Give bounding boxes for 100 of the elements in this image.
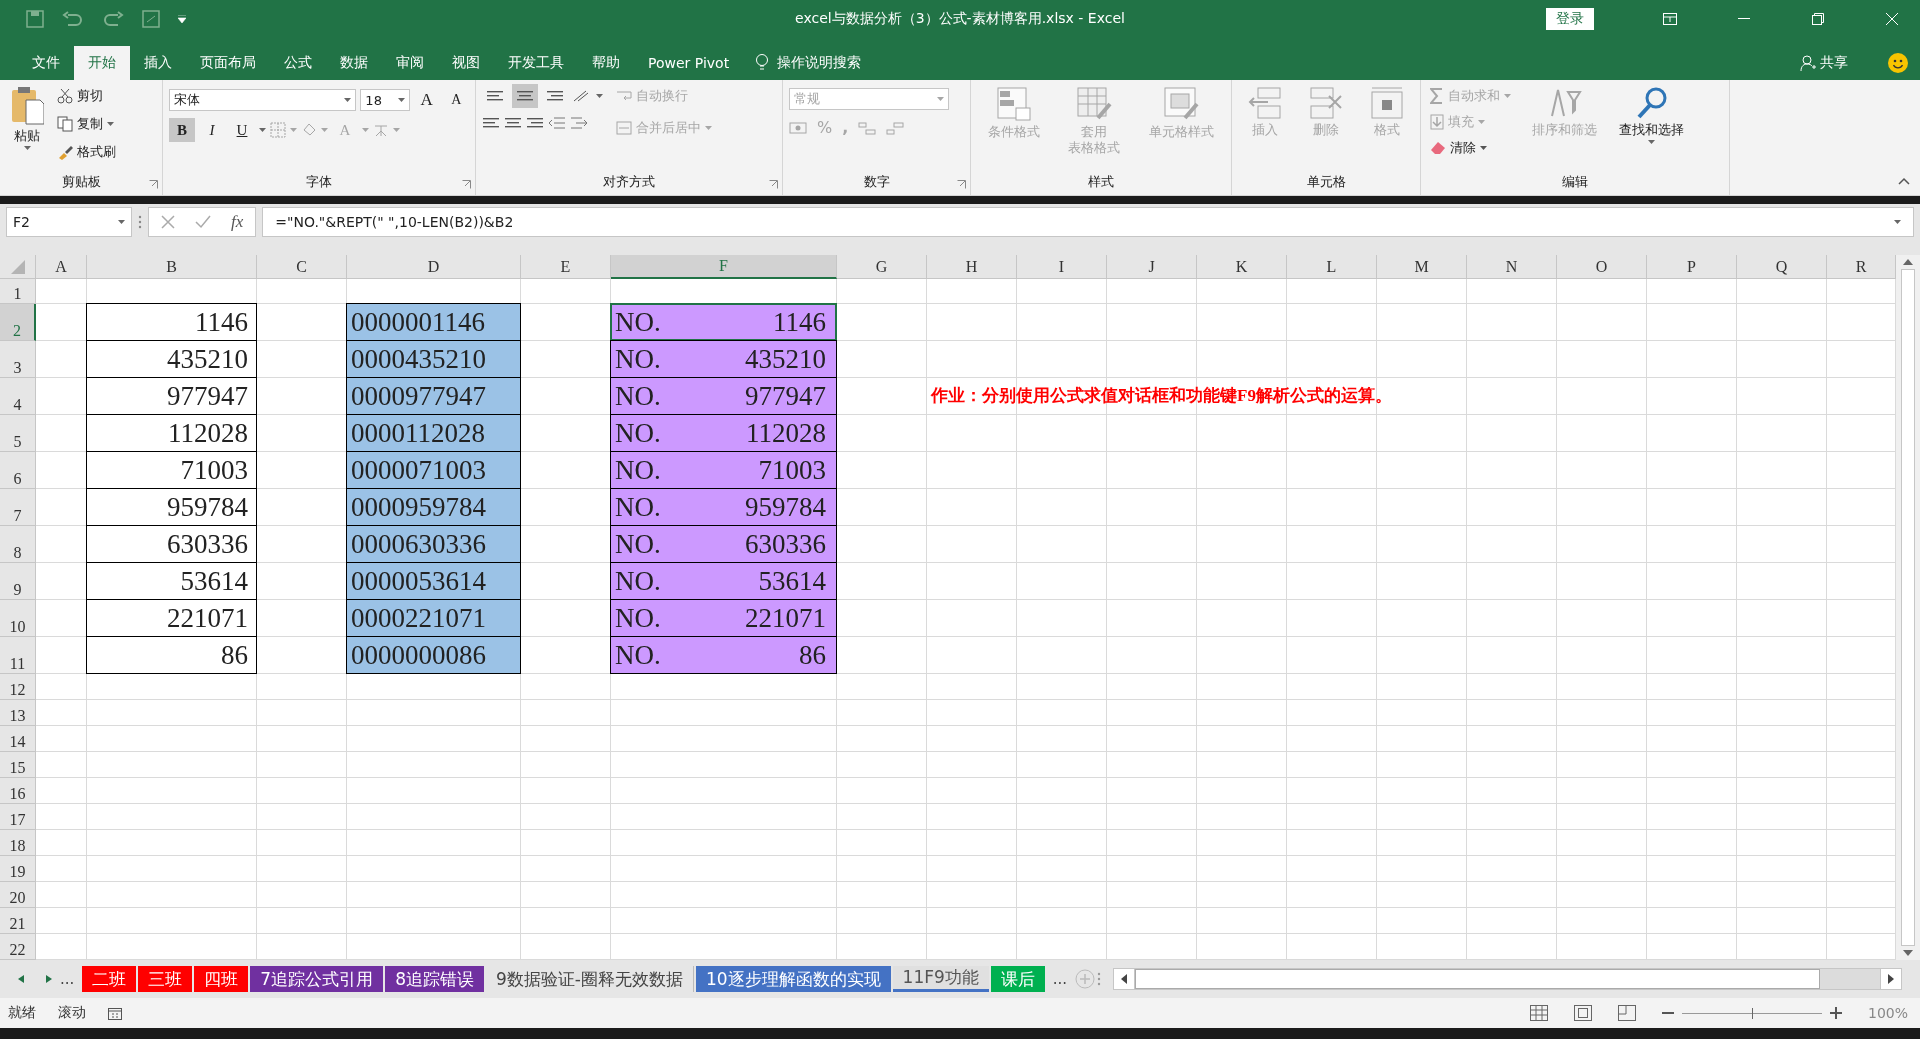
row-header[interactable]: 9 (0, 563, 36, 600)
row-header[interactable]: 17 (0, 804, 36, 830)
scissors-icon (57, 88, 73, 104)
more-sheets-button[interactable]: ... (1046, 970, 1074, 988)
row-header[interactable]: 11 (0, 637, 36, 674)
column-header[interactable]: I (1017, 255, 1107, 279)
row-header[interactable]: 13 (0, 700, 36, 726)
column-header[interactable]: E (521, 255, 611, 279)
column-header[interactable]: A (36, 255, 87, 279)
shrink-font-button[interactable]: A (443, 88, 469, 112)
row-header[interactable]: 8 (0, 526, 36, 563)
font-size-field[interactable]: 18 (360, 89, 410, 111)
row-header[interactable]: 19 (0, 856, 36, 882)
caret-icon (596, 94, 603, 98)
row-header[interactable]: 4 (0, 378, 36, 415)
column-header[interactable]: H (927, 255, 1017, 279)
share-button[interactable]: 共享 (1800, 46, 1848, 80)
group-label: 单元格 (1305, 173, 1347, 191)
row-header[interactable]: 22 (0, 934, 36, 960)
format-painter-button[interactable]: 格式刷 (54, 140, 119, 164)
caret-icon (937, 97, 944, 101)
table-cell: 0000959784 (346, 488, 521, 526)
name-box[interactable]: F2 (6, 207, 132, 237)
page-break-icon (1617, 1005, 1636, 1021)
lightbulb-icon (755, 54, 770, 72)
middle-align-button[interactable] (512, 84, 538, 108)
find-select-button[interactable]: 查找和选择 (1615, 84, 1688, 173)
more-sheets-button[interactable]: ... (54, 970, 81, 988)
menu-tab[interactable]: 审阅 (382, 46, 438, 80)
brush-icon (57, 144, 73, 160)
insert-function-button[interactable]: fx (231, 212, 244, 232)
sheet-tab[interactable]: 8追踪错误 (385, 966, 484, 992)
sheet-tab[interactable]: 二班 (82, 966, 137, 992)
underline-button[interactable]: U (229, 118, 255, 142)
clear-button[interactable]: 清除 (1427, 136, 1514, 160)
column-header[interactable]: J (1107, 255, 1197, 279)
row-header[interactable]: 3 (0, 341, 36, 378)
menu-tab[interactable]: Power Pivot (634, 46, 744, 80)
sheet-tab[interactable]: 7追踪公式引用 (250, 966, 384, 992)
menu-tab[interactable]: 视图 (438, 46, 494, 80)
cut-button[interactable]: 剪切 (54, 84, 119, 108)
table-cell: NO. 71003 (610, 451, 837, 489)
row-header[interactable]: 10 (0, 600, 36, 637)
row-header[interactable]: 15 (0, 752, 36, 778)
column-header[interactable]: Q (1737, 255, 1827, 279)
table-cell: 1146 (86, 303, 257, 341)
login-button[interactable]: 登录 (1546, 8, 1594, 30)
row-header[interactable]: 20 (0, 882, 36, 908)
sheet-tab[interactable]: 11F9功能 (892, 966, 989, 992)
row-header[interactable]: 12 (0, 674, 36, 700)
sheet-tab[interactable]: 9数据验证-圈释无效数据 (485, 966, 694, 992)
homework-note: 作业：分别使用公式求值对话框和功能键F9解析公式的运算。 (929, 385, 1393, 408)
table-cell: NO. 112028 (610, 414, 837, 452)
select-all-button[interactable] (0, 255, 36, 279)
column-header[interactable]: O (1557, 255, 1647, 279)
column-header[interactable]: G (837, 255, 927, 279)
column-header[interactable]: K (1197, 255, 1287, 279)
row-header[interactable]: 14 (0, 726, 36, 752)
paste-button[interactable]: 粘贴 (6, 84, 48, 173)
column-header[interactable]: D (347, 255, 521, 279)
tell-me-search[interactable]: 操作说明搜索 (777, 54, 862, 72)
row-header[interactable]: 18 (0, 830, 36, 856)
grow-font-button[interactable]: A (413, 88, 440, 112)
sheet-tab[interactable]: 四班 (194, 966, 249, 992)
enter-icon (195, 215, 211, 229)
row-header[interactable]: 2 (0, 304, 36, 341)
row-header[interactable]: 7 (0, 489, 36, 526)
row-header[interactable]: 1 (0, 279, 36, 304)
caret-icon (397, 98, 405, 102)
menu-tab[interactable]: 开发工具 (494, 46, 578, 80)
menu-tab[interactable]: 数据 (326, 46, 382, 80)
column-header[interactable]: M (1377, 255, 1467, 279)
menu-tab[interactable]: 公式 (270, 46, 326, 80)
ribbon-display-icon (1663, 13, 1677, 25)
row-header[interactable]: 5 (0, 415, 36, 452)
table-cell: 977947 (86, 377, 257, 415)
column-header[interactable]: C (257, 255, 347, 279)
menu-tab[interactable]: 页面布局 (186, 46, 270, 80)
row-header[interactable]: 21 (0, 908, 36, 934)
font-name-field[interactable]: 宋体 (169, 89, 357, 111)
column-header[interactable]: B (87, 255, 257, 279)
menu-tab[interactable]: 开始 (74, 46, 130, 80)
italic-button[interactable]: I (199, 118, 225, 142)
sheet-tab[interactable]: 三班 (138, 966, 193, 992)
menu-tab[interactable]: 文件 (18, 46, 74, 80)
horizontal-scrollbar[interactable] (1113, 968, 1902, 990)
menu-tab[interactable]: 插入 (130, 46, 186, 80)
vertical-scrollbar[interactable] (1896, 255, 1920, 960)
row-header[interactable]: 16 (0, 778, 36, 804)
column-header[interactable]: F (611, 255, 837, 279)
sheet-tab[interactable]: 10逐步理解函数的实现 (695, 966, 891, 992)
column-header[interactable]: P (1647, 255, 1737, 279)
column-header[interactable]: R (1827, 255, 1896, 279)
formula-field[interactable]: ="NO."&REPT(" ",10-LEN(B2))&B2 (262, 207, 1914, 237)
column-header[interactable]: N (1467, 255, 1557, 279)
column-header[interactable]: L (1287, 255, 1377, 279)
menu-tab[interactable]: 帮助 (578, 46, 634, 80)
copy-button[interactable]: 复制 (54, 112, 119, 136)
row-header[interactable]: 6 (0, 452, 36, 489)
bold-button[interactable]: B (169, 118, 195, 142)
